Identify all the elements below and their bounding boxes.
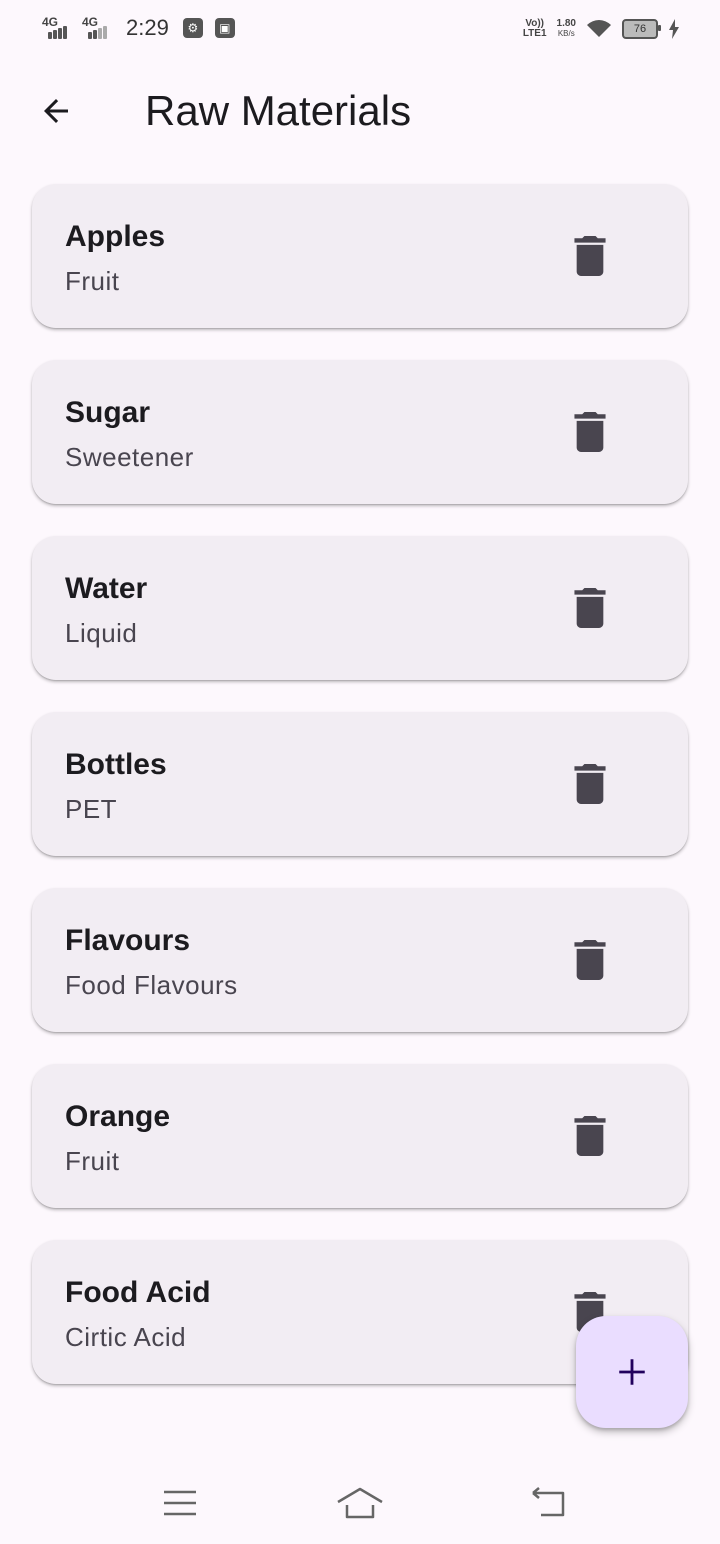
material-card[interactable]: Water Liquid — [32, 536, 688, 680]
material-name: Sugar — [65, 396, 151, 429]
delete-button[interactable] — [562, 932, 618, 988]
delete-button[interactable] — [562, 580, 618, 636]
arrow-back-icon — [44, 99, 68, 123]
plus-icon — [619, 1359, 645, 1385]
sim2-signal-icon: 4G — [82, 15, 116, 39]
status-bar: 4G 4G 2:29 ⚙ ▣ Vo)) LTE1 1.80 KB/s 76 — [0, 0, 720, 56]
delete-button[interactable] — [562, 756, 618, 812]
trash-icon — [574, 236, 606, 276]
add-material-button[interactable] — [576, 1316, 688, 1428]
trash-icon — [574, 764, 606, 804]
menu-icon — [164, 1490, 196, 1516]
material-name: Bottles — [65, 748, 167, 781]
material-card[interactable]: Sugar Sweetener — [32, 360, 688, 504]
delete-button[interactable] — [562, 228, 618, 284]
materials-list: Apples Fruit Sugar Sweetener Water Liqui… — [32, 184, 688, 1416]
clock: 2:29 — [126, 15, 169, 40]
material-card[interactable]: Bottles PET — [32, 712, 688, 856]
material-name: Water — [65, 572, 148, 605]
material-category: Liquid — [65, 618, 138, 648]
material-category: Food Flavours — [65, 970, 238, 1000]
battery-icon: 76 — [622, 19, 661, 39]
trash-icon — [574, 412, 606, 452]
material-category: Fruit — [65, 1146, 120, 1176]
material-name: Food Acid — [65, 1276, 211, 1309]
trash-icon — [574, 940, 606, 980]
system-nav-bar — [0, 1460, 720, 1544]
material-name: Orange — [65, 1100, 171, 1133]
material-name: Apples — [65, 220, 166, 253]
network-speed: 1.80 KB/s — [556, 18, 576, 39]
nav-menu-button[interactable] — [150, 1478, 210, 1528]
app-bar: Raw Materials — [0, 70, 720, 152]
delete-button[interactable] — [562, 1108, 618, 1164]
home-icon — [337, 1487, 383, 1519]
material-category: Cirtic Acid — [65, 1322, 187, 1352]
wifi-icon — [587, 20, 611, 37]
status-right: Vo)) LTE1 1.80 KB/s 76 — [523, 16, 680, 42]
status-left: 4G 4G 2:29 ⚙ ▣ — [42, 14, 241, 42]
material-category: PET — [65, 794, 118, 824]
material-card[interactable]: Orange Fruit — [32, 1064, 688, 1208]
page-title: Raw Materials — [145, 87, 412, 134]
usb-debug-icon: ⚙ — [182, 18, 203, 38]
back-button[interactable] — [28, 83, 84, 139]
material-category: Fruit — [65, 266, 120, 296]
back-nav-icon — [532, 1487, 565, 1517]
material-category: Sweetener — [65, 442, 194, 472]
nav-home-button[interactable] — [330, 1478, 390, 1528]
material-card[interactable]: Apples Fruit — [32, 184, 688, 328]
trash-icon — [574, 1116, 606, 1156]
delete-button[interactable] — [562, 404, 618, 460]
volte-indicator: Vo)) LTE1 — [522, 18, 547, 39]
material-card[interactable]: Flavours Food Flavours — [32, 888, 688, 1032]
trash-icon — [574, 588, 606, 628]
material-name: Flavours — [65, 924, 191, 957]
sim1-signal-icon: 4G — [42, 15, 76, 39]
charging-icon — [669, 19, 679, 39]
nav-back-button[interactable] — [518, 1478, 578, 1528]
notification-icon: ▣ — [214, 18, 235, 38]
